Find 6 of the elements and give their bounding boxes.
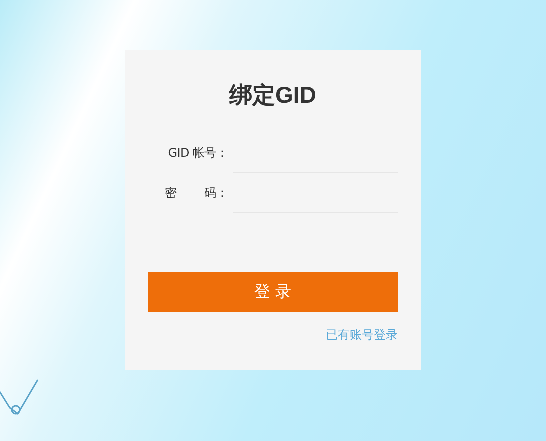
form-title: 绑定GID [228, 81, 318, 110]
existing-account-link[interactable]: 已有账号登录 [326, 327, 398, 344]
field-label: GID 帐号： [167, 144, 229, 162]
login-button[interactable]: 登 录 [148, 272, 398, 312]
line-decoration [0, 378, 40, 418]
field-label: 密 码： [164, 184, 229, 202]
